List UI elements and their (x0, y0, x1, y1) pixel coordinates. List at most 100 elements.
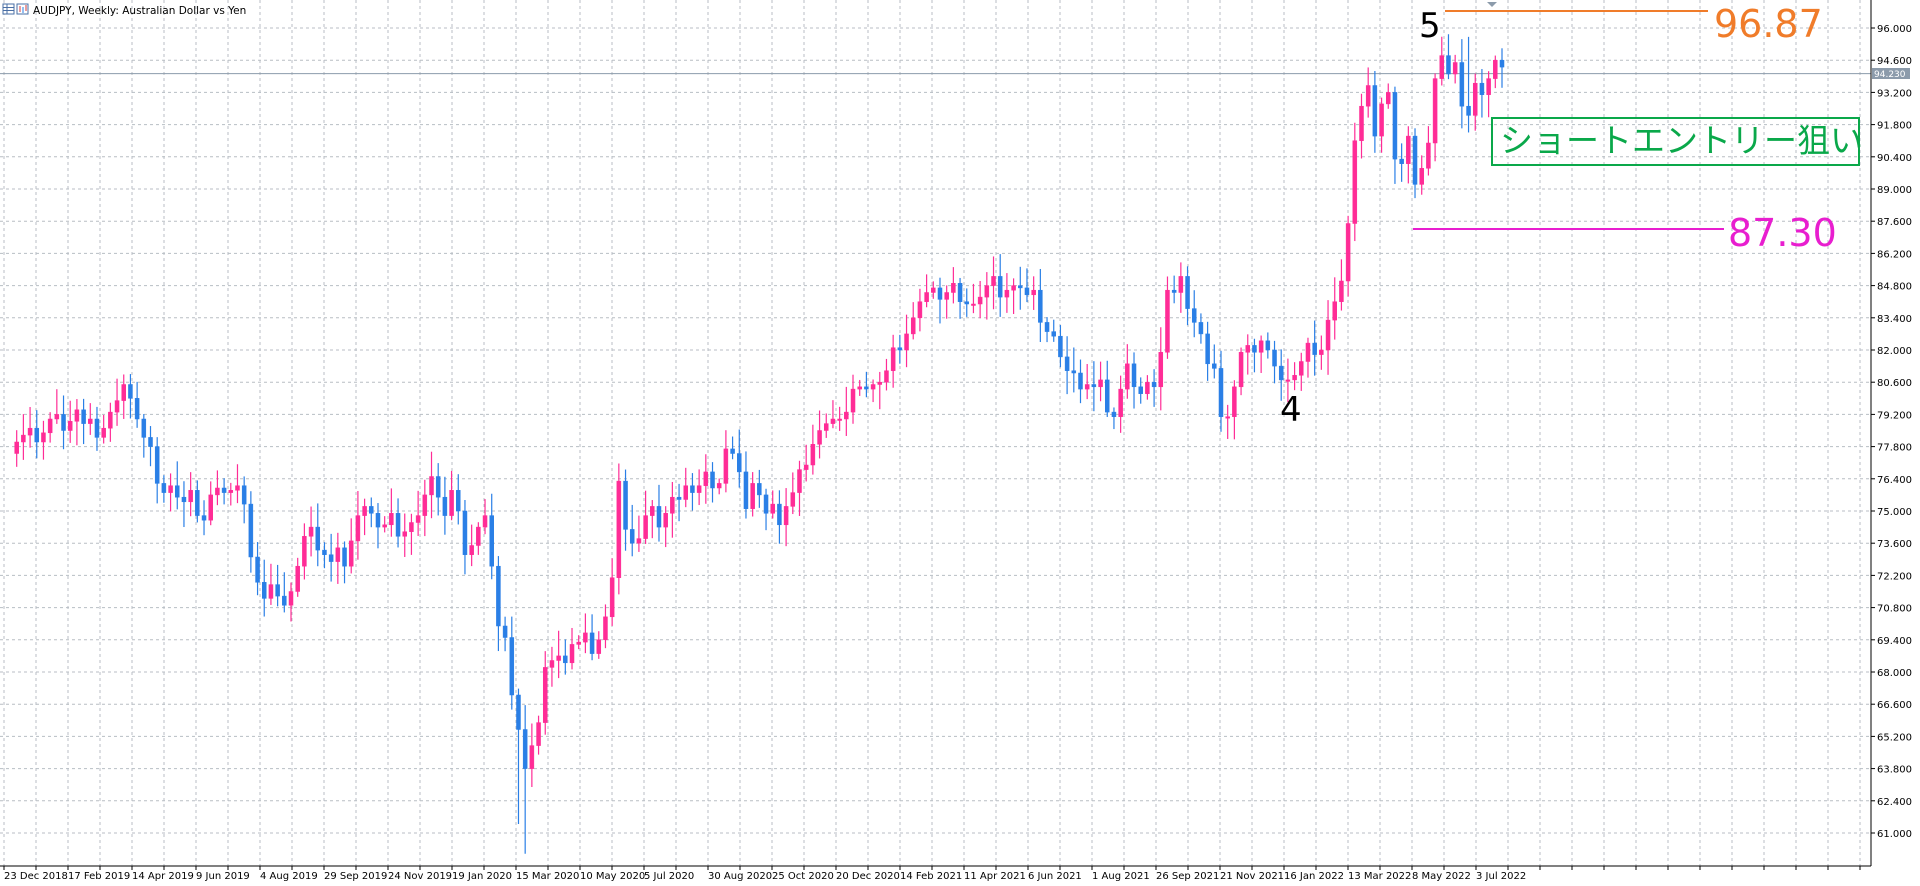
level-label-87-30: 87.30 (1728, 211, 1837, 255)
candle-bear (1466, 105, 1471, 116)
candle-bull (1292, 375, 1297, 381)
candle-bull (1232, 386, 1237, 417)
candle-bull (817, 430, 822, 445)
x-tick-label: 9 Jun 2019 (196, 871, 250, 882)
candle-bear (1412, 135, 1418, 185)
candle-bull (482, 515, 488, 528)
candle-bear (328, 554, 334, 562)
candle-bear (1446, 55, 1451, 75)
candle-bear (181, 496, 187, 503)
candle-bear (141, 418, 147, 438)
candle-bull (235, 485, 240, 491)
candle-bull (1339, 280, 1344, 302)
candle-bear (148, 437, 153, 447)
current-price-label: 94.230 (1874, 70, 1906, 80)
candle-bear (937, 287, 943, 300)
x-tick-label: 26 Sep 2021 (1156, 871, 1219, 882)
candle-bull (984, 285, 990, 298)
x-tick-label: 24 Nov 2019 (388, 871, 452, 882)
candle-bear (1131, 363, 1137, 388)
candle-bull (1486, 78, 1491, 95)
y-tick-label: 72.200 (1877, 571, 1912, 582)
candle-bull (101, 427, 106, 438)
y-tick-label: 62.400 (1877, 797, 1912, 808)
candle-bear (730, 448, 735, 454)
candle-bear (1278, 365, 1284, 381)
candle-bear (442, 496, 448, 516)
candle-bull (1125, 363, 1130, 390)
x-tick-label: 20 Dec 2020 (836, 871, 900, 882)
y-tick-label: 65.200 (1877, 732, 1912, 743)
candle-bull (389, 513, 394, 526)
grid-icon[interactable] (2, 3, 15, 15)
candle-bull (696, 485, 702, 493)
candle-bull (823, 423, 829, 431)
y-tick-label: 79.200 (1877, 410, 1912, 421)
candle-bull (54, 414, 60, 420)
x-tick-label: 6 Jun 2021 (1028, 871, 1082, 882)
candle-bear (1312, 342, 1317, 355)
candle-bear (897, 347, 903, 351)
candle-bear (221, 487, 227, 493)
x-tick-label: 25 Oct 2020 (772, 871, 834, 882)
candle-bull (1258, 340, 1264, 353)
y-tick-label: 66.600 (1877, 700, 1912, 711)
candle-bull (21, 434, 26, 443)
candle-bull (844, 411, 849, 420)
candle-bull (295, 565, 300, 592)
candle-bear (1018, 285, 1023, 289)
y-tick-label: 94.600 (1877, 56, 1912, 67)
candle-bull (188, 490, 193, 503)
candle-bull (1299, 361, 1304, 376)
candle-bear (261, 582, 267, 599)
x-tick-label: 10 May 2020 (580, 871, 645, 882)
candle-bear (81, 409, 86, 424)
candle-bear (710, 471, 715, 489)
candle-bull (268, 584, 274, 599)
candle-bull (596, 639, 602, 654)
y-tick-label: 73.600 (1877, 539, 1912, 550)
candle-bear (1111, 411, 1117, 417)
candle-bull (362, 506, 367, 516)
chart-icon[interactable] (16, 3, 29, 15)
y-tick-label: 83.400 (1877, 314, 1912, 325)
candle-bull (409, 522, 414, 532)
candle-bear (623, 480, 628, 530)
candle-bull (215, 487, 220, 496)
y-tick-label: 89.000 (1877, 185, 1912, 196)
candle-bull (977, 296, 983, 305)
candle-bear (1151, 381, 1157, 388)
candle-bull (723, 448, 729, 484)
candle-bull (810, 444, 816, 466)
candle-bull (402, 531, 408, 537)
candle-bear (315, 526, 321, 551)
chart-header: AUDJPY, Weekly: Australian Dollar vs Yen (2, 3, 246, 17)
candle-bull (335, 547, 341, 562)
candle-bull (1004, 289, 1010, 298)
candle-bear (1499, 59, 1505, 68)
candle-bear (1191, 308, 1197, 323)
x-tick-label: 8 May 2022 (1412, 871, 1471, 882)
x-tick-label: 30 Aug 2020 (708, 871, 772, 882)
candle-bear (489, 515, 494, 567)
candle-bull (830, 418, 836, 424)
candle-bull (1084, 384, 1090, 390)
candle-bear (1064, 356, 1070, 371)
candle-bull (1285, 379, 1291, 382)
candle-bull (1432, 78, 1438, 144)
candle-bear (375, 513, 381, 528)
y-tick-label: 82.000 (1877, 346, 1912, 357)
candle-bear (322, 549, 327, 555)
candle-bull (583, 632, 588, 643)
candle-bull (1158, 352, 1164, 388)
candle-bear (1272, 349, 1277, 367)
candle-bull (1031, 289, 1036, 296)
candle-bull (355, 515, 361, 542)
candle-bull (114, 400, 120, 413)
candle-bear (864, 386, 869, 390)
candle-bull (857, 386, 862, 390)
candle-bull (783, 506, 789, 526)
candle-bull (1011, 285, 1016, 291)
candlestick-chart[interactable]: 96.87 87.30 ショートエントリー狙い 5 4 96.000 94.600… (0, 0, 1920, 886)
y-tick-label: 91.800 (1877, 121, 1912, 132)
